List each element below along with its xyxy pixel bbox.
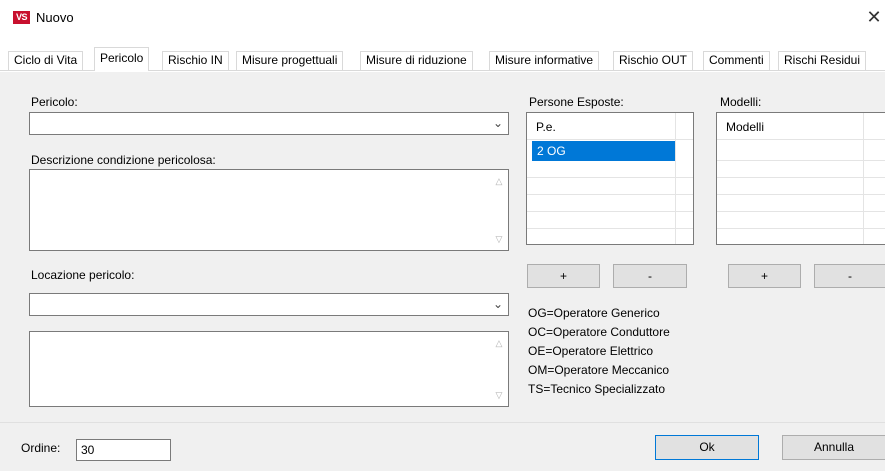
grid-empty-row xyxy=(527,161,693,178)
tab-misure-progettuali[interactable]: Misure progettuali xyxy=(236,51,344,70)
tab-bar: Ciclo di Vita Pericolo Rischio IN Misure… xyxy=(0,34,885,72)
scroll-down-icon[interactable]: ▽ xyxy=(494,390,504,400)
legend-om: OM=Operatore Meccanico xyxy=(528,363,670,377)
grid-empty-row xyxy=(717,161,885,178)
grid-empty-row xyxy=(717,178,885,195)
remove-persona-button[interactable]: - xyxy=(613,264,687,288)
modelli-grid[interactable]: Modelli xyxy=(716,112,885,245)
grid-empty-row xyxy=(717,212,885,229)
persone-esposte-grid[interactable]: P.e. 2 OG xyxy=(526,112,694,245)
grid-empty-row xyxy=(527,178,693,195)
grid-empty-row xyxy=(527,212,693,229)
scroll-down-icon[interactable]: ▽ xyxy=(494,234,504,244)
ordine-input[interactable]: 30 xyxy=(76,439,171,461)
modelli-label: Modelli: xyxy=(720,95,762,109)
chevron-down-icon[interactable]: ⌄ xyxy=(492,116,504,130)
scroll-up-icon[interactable]: △ xyxy=(494,338,504,348)
tab-ciclo-di-vita[interactable]: Ciclo di Vita xyxy=(8,51,84,70)
close-icon[interactable]: ✕ xyxy=(863,6,885,28)
locazione-notes-textarea[interactable]: △ ▽ xyxy=(29,331,509,407)
legend-oe: OE=Operatore Elettrico xyxy=(528,344,654,358)
grid-empty-row xyxy=(717,195,885,212)
locazione-combobox[interactable]: ⌄ xyxy=(29,293,509,316)
remove-modello-button[interactable]: - xyxy=(814,264,885,288)
window-title: Nuovo xyxy=(36,10,74,25)
pericolo-label: Pericolo: xyxy=(31,95,78,109)
tab-misure-di-riduzione[interactable]: Misure di riduzione xyxy=(360,51,473,70)
tab-rischio-in[interactable]: Rischio IN xyxy=(162,51,229,70)
add-modello-button[interactable]: + xyxy=(728,264,801,288)
tab-rischi-residui[interactable]: Rischi Residui xyxy=(778,51,867,70)
pericolo-combobox[interactable]: ⌄ xyxy=(29,112,509,135)
tab-pericolo[interactable]: Pericolo xyxy=(94,47,150,71)
grid-header-pe: P.e. xyxy=(536,120,556,134)
add-persona-button[interactable]: + xyxy=(527,264,600,288)
ordine-label: Ordine: xyxy=(21,441,61,455)
descrizione-label: Descrizione condizione pericolosa: xyxy=(31,153,216,167)
ok-button[interactable]: Ok xyxy=(655,435,759,460)
grid-empty-row xyxy=(717,140,885,161)
chevron-down-icon[interactable]: ⌄ xyxy=(492,297,504,311)
grid-empty-row xyxy=(527,195,693,212)
persone-esposte-label: Persone Esposte: xyxy=(529,95,624,109)
app-logo-icon: VS xyxy=(13,11,30,24)
scroll-up-icon[interactable]: △ xyxy=(494,176,504,186)
annulla-button[interactable]: Annulla xyxy=(782,435,885,460)
tab-misure-informative[interactable]: Misure informative xyxy=(489,51,600,70)
tab-rischio-out[interactable]: Rischio OUT xyxy=(613,51,694,70)
tab-commenti[interactable]: Commenti xyxy=(703,51,770,70)
locazione-label: Locazione pericolo: xyxy=(31,268,135,282)
grid-row-persona[interactable]: 2 OG xyxy=(532,141,675,161)
legend-og: OG=Operatore Generico xyxy=(528,306,660,320)
descrizione-textarea[interactable]: △ ▽ xyxy=(29,169,509,251)
legend-oc: OC=Operatore Conduttore xyxy=(528,325,670,339)
grid-header-modelli: Modelli xyxy=(726,120,765,134)
footer-divider xyxy=(0,422,885,423)
title-bar: VS Nuovo ✕ xyxy=(0,0,885,34)
legend-ts: TS=Tecnico Specializzato xyxy=(528,382,666,396)
